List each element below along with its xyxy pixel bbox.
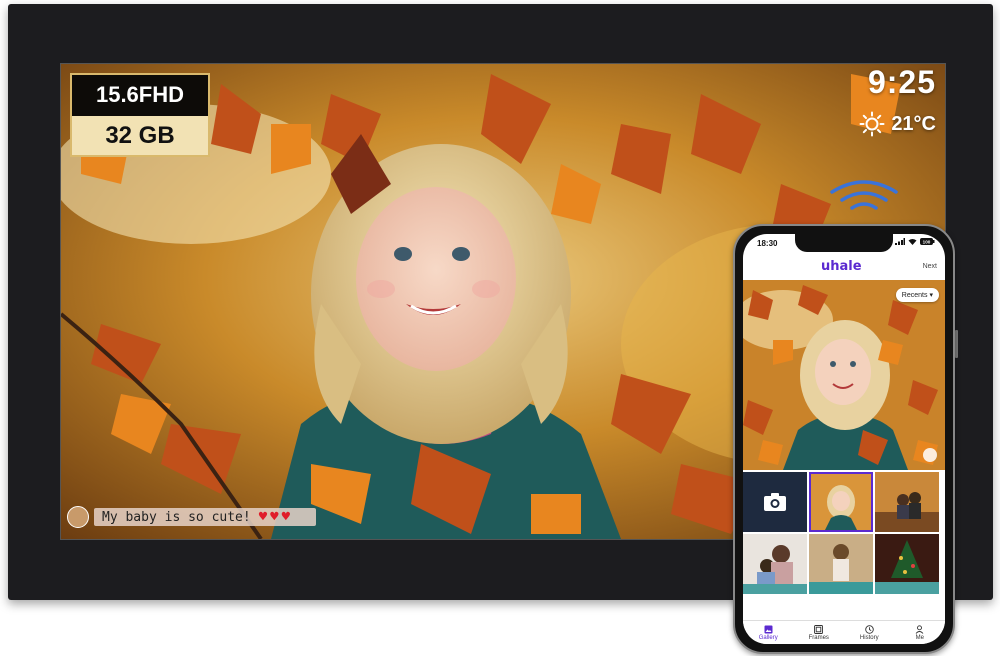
photo-grid <box>743 472 945 620</box>
grid-photo[interactable] <box>809 472 873 532</box>
tab-label: History <box>859 635 879 641</box>
heart-icon: ♥ <box>258 509 268 525</box>
grid-photo[interactable] <box>875 534 939 594</box>
avatar <box>67 506 89 528</box>
tab-frames[interactable]: Frames <box>794 621 845 644</box>
battery-level: 100 <box>923 239 931 244</box>
recents-label: Recents <box>901 291 928 299</box>
phone-side-button <box>955 330 958 358</box>
battery-icon: 100 <box>920 238 935 245</box>
chevron-down-icon: ▾ <box>929 292 933 299</box>
tab-label: Me <box>915 635 924 641</box>
selected-photo-preview[interactable]: Recents ▾ <box>743 280 945 470</box>
signal-icon <box>895 238 905 245</box>
caption-bar: My baby is so cute! ♥ ♥ ♥ <box>94 508 316 526</box>
camera-tile[interactable] <box>743 472 807 532</box>
grid-photo-image <box>811 474 871 530</box>
photo-caption: My baby is so cute! ♥ ♥ ♥ <box>67 506 322 528</box>
hearts: ♥ ♥ ♥ <box>259 510 290 524</box>
smartphone: 18:30 100 uhale Next Recents ▾ Gallery F… <box>733 224 955 654</box>
camera-icon <box>764 493 786 511</box>
spec-badge: 15.6FHD 32 GB <box>70 73 210 157</box>
tab-label: Gallery <box>758 635 778 641</box>
crop-icon[interactable] <box>923 448 937 462</box>
grid-photo-image <box>875 472 939 532</box>
weather-readout: 21°C <box>838 110 936 138</box>
wifi-icon <box>830 180 898 210</box>
grid-photo[interactable] <box>809 534 873 594</box>
app-logo: uhale <box>821 259 862 274</box>
phone-screen: 18:30 100 uhale Next Recents ▾ Gallery F… <box>743 234 945 644</box>
gallery-icon <box>764 625 773 634</box>
grid-photo-image <box>743 534 807 594</box>
tab-history[interactable]: History <box>844 621 895 644</box>
grid-photo-image <box>809 534 873 594</box>
status-time: 18:30 <box>757 239 778 248</box>
grid-photo-image <box>875 534 939 594</box>
tab-me[interactable]: Me <box>895 621 946 644</box>
person-icon <box>915 625 924 634</box>
spec-resolution: 15.6FHD <box>95 82 185 107</box>
bottom-tab-bar: Gallery Frames History Me <box>743 620 945 644</box>
next-button[interactable]: Next <box>923 263 937 270</box>
history-icon <box>865 625 874 634</box>
heart-icon: ♥ <box>281 509 291 525</box>
preview-image <box>743 280 945 470</box>
tab-gallery[interactable]: Gallery <box>743 621 794 644</box>
spec-storage: 32 GB <box>72 116 208 155</box>
clock-time: 9:25 <box>867 64 936 100</box>
temperature: 21°C <box>891 112 936 135</box>
status-icons: 100 <box>895 238 935 245</box>
phone-notch <box>795 234 893 252</box>
recents-dropdown[interactable]: Recents ▾ <box>895 288 939 302</box>
grid-photo[interactable] <box>743 534 807 594</box>
tab-label: Frames <box>808 635 829 641</box>
grid-photo[interactable] <box>875 472 939 532</box>
wifi-small-icon <box>908 239 917 245</box>
sun-icon <box>859 111 885 137</box>
frames-icon <box>814 625 824 634</box>
heart-icon: ♥ <box>270 509 279 525</box>
app-header: uhale Next <box>743 256 945 278</box>
caption-text: My baby is so cute! <box>102 509 251 525</box>
